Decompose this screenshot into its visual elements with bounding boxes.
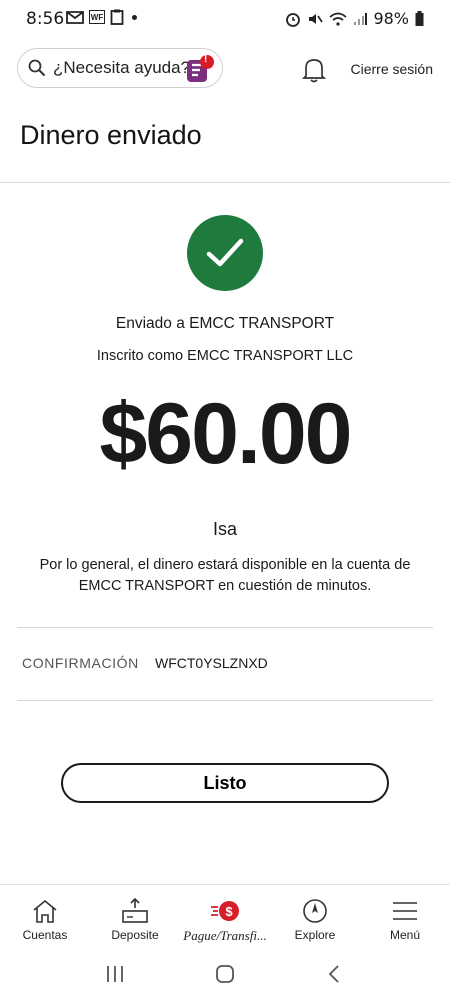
fargo-alert-badge: ! (204, 54, 208, 65)
gmail-icon (66, 11, 84, 24)
nav-label: Deposite (111, 928, 159, 942)
mute-icon (309, 13, 324, 24)
confirmation-number: WFCT0YSLZNXD (155, 655, 268, 671)
nav-label: Cuentas (22, 928, 68, 942)
pay-transfer-icon: $ (211, 901, 239, 921)
app-header: ¿Necesita ayuda? ! Cierre sesión (0, 46, 450, 90)
availability-line-2: EMCC TRANSPORT en cuestión de minutos. (78, 578, 372, 594)
fargo-icon (187, 55, 214, 82)
nav-item-deposit[interactable]: Deposite (90, 885, 180, 946)
recent-apps-icon[interactable] (104, 964, 126, 984)
success-check-icon (187, 215, 263, 291)
nav-item-accounts[interactable]: Cuentas (0, 885, 90, 946)
nav-label: Pague/Transfi... (183, 928, 267, 943)
alarm-icon (286, 12, 301, 27)
wifi-icon (329, 12, 348, 26)
system-navigation-bar (0, 947, 450, 1000)
compass-icon (303, 899, 327, 923)
back-icon[interactable] (324, 963, 346, 985)
enrolled-as-text: Inscrito como EMCC TRANSPORT LLC (96, 348, 354, 364)
availability-notice: Por lo general, el dinero estará disponi… (0, 555, 450, 597)
deposit-icon (122, 898, 148, 923)
status-time: 8:56 (26, 9, 65, 29)
battery-percent: 98% (373, 9, 409, 28)
fargo-assistant-button[interactable]: ! (184, 54, 214, 84)
clipboard-icon (110, 9, 124, 25)
section-divider (17, 627, 433, 628)
page-title: Dinero enviado (20, 120, 202, 150)
bottom-nav: Cuentas Deposite $ Pague/Transfi... Expl… (0, 884, 450, 946)
svg-text:$: $ (225, 904, 233, 919)
nav-item-pay-transfer[interactable]: $ Pague/Transfi... (180, 885, 270, 946)
home-button-icon[interactable] (214, 963, 236, 985)
home-icon (33, 899, 57, 923)
search-icon (28, 59, 46, 77)
status-system-icons: 98% (285, 9, 424, 28)
notifications-bell-icon[interactable] (301, 56, 327, 84)
recipient-text: Enviado a EMCC TRANSPORT (115, 315, 335, 332)
signal-icon (354, 12, 368, 25)
help-search-label: ¿Necesita ayuda? (53, 58, 191, 77)
amount-sent: $60.00 (99, 386, 352, 482)
status-bar: 8:56 WF 98% (0, 0, 450, 38)
done-button[interactable]: Listo (61, 763, 389, 803)
availability-line-1: Por lo general, el dinero estará disponi… (39, 557, 411, 573)
battery-icon (415, 11, 424, 26)
nav-item-menu[interactable]: Menú (360, 885, 450, 946)
nav-label: Explore (294, 928, 336, 942)
menu-icon (393, 902, 417, 920)
logout-link[interactable]: Cierre sesión (351, 61, 433, 77)
status-notification-icons: WF (66, 9, 137, 25)
wf-app-icon: WF (89, 10, 105, 24)
title-divider (0, 182, 450, 183)
confirmation-label: CONFIRMACIÓN (22, 655, 139, 671)
memo-text: Isa (212, 519, 237, 539)
section-divider (17, 700, 433, 701)
nav-label: Menú (389, 928, 421, 942)
dot-icon (132, 14, 137, 20)
nav-item-explore[interactable]: Explore (270, 885, 360, 946)
